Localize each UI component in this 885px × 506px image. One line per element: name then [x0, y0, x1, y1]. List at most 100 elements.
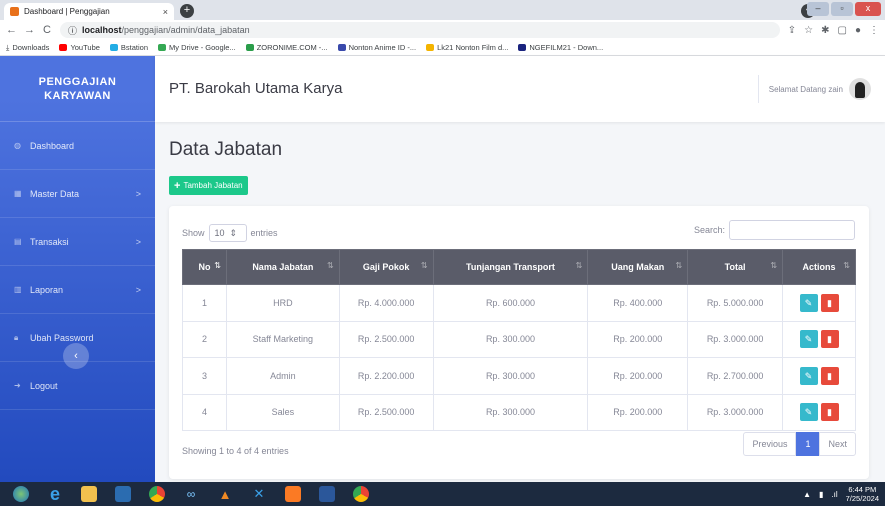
- word-icon[interactable]: [312, 483, 342, 505]
- bookmark-star-icon[interactable]: ☆: [804, 25, 813, 36]
- start-button[interactable]: [6, 483, 36, 505]
- media-player-icon[interactable]: [108, 483, 138, 505]
- bookmark-ngefilm21[interactable]: NGEFILM21 - Down...: [518, 43, 603, 52]
- link-app-icon[interactable]: ∞: [176, 483, 206, 505]
- bstation-icon: [109, 44, 118, 51]
- lock-icon: 🔒︎: [14, 332, 19, 342]
- new-tab-button[interactable]: +: [180, 4, 194, 18]
- zoronime-icon: [245, 44, 254, 51]
- column-header-total[interactable]: Total ⇅: [687, 249, 784, 285]
- trash-icon[interactable]: ▮: [820, 293, 839, 312]
- bookmark-nonton-anime[interactable]: Nonton Anime ID -...: [337, 43, 416, 52]
- chrome-icon[interactable]: [142, 483, 172, 505]
- sidebar: PENGGAJIAN KARYAWAN ◍ Dashboard ▦ Master…: [0, 56, 155, 482]
- site-info-icon[interactable]: ⓘ: [68, 24, 77, 37]
- url-host: localhost: [82, 25, 122, 35]
- column-header-nama-jabatan[interactable]: Nama Jabatan ⇅: [225, 249, 340, 285]
- vscode-icon[interactable]: ✕: [244, 483, 274, 505]
- anime-icon: [337, 44, 346, 51]
- search-input[interactable]: [729, 220, 855, 240]
- chevron-right-icon: >: [135, 236, 141, 247]
- drive-icon: [158, 44, 167, 51]
- column-header-gaji-pokok[interactable]: Gaji Pokok ⇅: [338, 249, 434, 285]
- bookmark-lk21[interactable]: Lk21 Nonton Film d...: [426, 43, 508, 52]
- maximize-button[interactable]: ▫: [831, 2, 853, 16]
- trash-icon[interactable]: ▮: [820, 403, 839, 422]
- sidebar-brand[interactable]: PENGGAJIAN KARYAWAN: [0, 56, 155, 122]
- profile-avatar-icon[interactable]: ●: [855, 25, 861, 36]
- tray-up-icon[interactable]: ▲: [803, 490, 811, 499]
- table-row: 2 Staff Marketing Rp. 2.500.000 Rp. 300.…: [182, 320, 856, 358]
- chrome-active-icon[interactable]: [346, 483, 376, 505]
- site-favicon-icon: [10, 7, 19, 16]
- table-row: 4 Sales Rp. 2.500.000 Rp. 300.000 Rp. 20…: [182, 393, 856, 431]
- add-jabatan-button[interactable]: + Tambah Jabatan: [169, 176, 248, 195]
- bookmark-drive[interactable]: My Drive - Google...: [158, 43, 236, 52]
- file-explorer-icon[interactable]: [74, 483, 104, 505]
- sort-icon: ⇅: [327, 261, 334, 270]
- reload-icon[interactable]: C: [42, 24, 52, 36]
- tab-title: Dashboard | Penggajian: [24, 7, 110, 16]
- table-row: 1 HRD Rp. 4.000.000 Rp. 600.000 Rp. 400.…: [182, 284, 856, 322]
- previous-page-button[interactable]: Previous: [743, 432, 797, 456]
- system-tray: ▲ ▮ .ıl 6:44 PM 7/25/2024: [803, 482, 879, 506]
- entries-select[interactable]: 10 ⇕: [208, 224, 247, 242]
- edit-icon[interactable]: ✎: [799, 366, 818, 385]
- trash-icon[interactable]: ▮: [820, 330, 839, 349]
- edit-icon[interactable]: ✎: [799, 293, 818, 312]
- sidepanel-icon[interactable]: ▢: [838, 25, 847, 36]
- sidebar-item-transaksi[interactable]: ▤ Transaksi >: [0, 218, 155, 266]
- internet-explorer-icon[interactable]: e: [40, 483, 70, 505]
- bookmark-zoronime[interactable]: ZORONIME.COM -...: [245, 43, 328, 52]
- trash-icon[interactable]: ▮: [820, 366, 839, 385]
- dashboard-icon: ◍: [14, 141, 21, 150]
- xampp-icon[interactable]: [278, 483, 308, 505]
- windows-taskbar: e ∞ ▲ ✕ ▲ ▮ .ıl 6:44 PM 7/25/2024: [0, 482, 885, 506]
- ngefilm-icon: [518, 44, 527, 51]
- sidebar-toggle-button[interactable]: ‹: [63, 343, 89, 369]
- avatar: [849, 78, 871, 100]
- address-bar-row: ← → C ⓘ localhost /penggajian/admin/data…: [0, 20, 885, 40]
- report-icon: ▥: [14, 285, 22, 294]
- url-path: /penggajian/admin/data_jabatan: [121, 25, 250, 35]
- page-1-button[interactable]: 1: [796, 432, 820, 456]
- user-menu[interactable]: Selamat Datang zain: [757, 75, 871, 103]
- bookmark-bstation[interactable]: Bstation: [109, 43, 148, 52]
- sidebar-item-master-data[interactable]: ▦ Master Data >: [0, 170, 155, 218]
- column-header-uang-makan[interactable]: Uang Makan ⇅: [587, 249, 689, 285]
- minimize-button[interactable]: –: [807, 2, 829, 16]
- window-close-button[interactable]: x: [855, 2, 881, 16]
- sidebar-item-laporan[interactable]: ▥ Laporan >: [0, 266, 155, 314]
- window-controls: – ▫ x: [807, 2, 881, 16]
- column-header-tunjangan-transport[interactable]: Tunjangan Transport ⇅: [432, 249, 589, 285]
- extensions-icon[interactable]: ✱: [821, 25, 829, 36]
- next-page-button[interactable]: Next: [819, 432, 856, 456]
- column-header-actions[interactable]: Actions ⇅: [782, 249, 856, 285]
- share-icon[interactable]: ⇪: [788, 25, 796, 36]
- download-icon: ⤓: [6, 42, 10, 52]
- bookmark-downloads[interactable]: ⤓ Downloads: [6, 43, 49, 53]
- sidebar-item-logout[interactable]: ➜ Logout: [0, 362, 155, 410]
- clock[interactable]: 6:44 PM 7/25/2024: [846, 485, 879, 503]
- sort-icon: ⇅: [843, 261, 850, 270]
- url-input[interactable]: ⓘ localhost /penggajian/admin/data_jabat…: [60, 22, 780, 38]
- vlc-icon[interactable]: ▲: [210, 483, 240, 505]
- column-header-no[interactable]: No ⇅: [182, 249, 227, 285]
- forward-icon[interactable]: →: [24, 24, 35, 36]
- signal-icon[interactable]: .ıl: [831, 490, 837, 499]
- lk21-icon: [426, 44, 435, 51]
- money-icon: ▤: [14, 237, 22, 246]
- edit-icon[interactable]: ✎: [799, 330, 818, 349]
- page-title: Data Jabatan: [169, 139, 283, 160]
- sort-icon: ⇅: [420, 261, 428, 270]
- browser-menu-icon[interactable]: ⋮: [869, 25, 879, 36]
- sort-icon: ⇅: [770, 261, 778, 270]
- bookmark-youtube[interactable]: YouTube: [59, 43, 100, 52]
- browser-tab[interactable]: Dashboard | Penggajian ×: [4, 3, 174, 20]
- edit-icon[interactable]: ✎: [799, 403, 818, 422]
- tab-close-icon[interactable]: ×: [163, 7, 168, 17]
- network-icon[interactable]: ▮: [819, 490, 823, 499]
- sidebar-item-dashboard[interactable]: ◍ Dashboard: [0, 122, 155, 170]
- youtube-icon: [59, 44, 68, 51]
- back-icon[interactable]: ←: [6, 24, 17, 36]
